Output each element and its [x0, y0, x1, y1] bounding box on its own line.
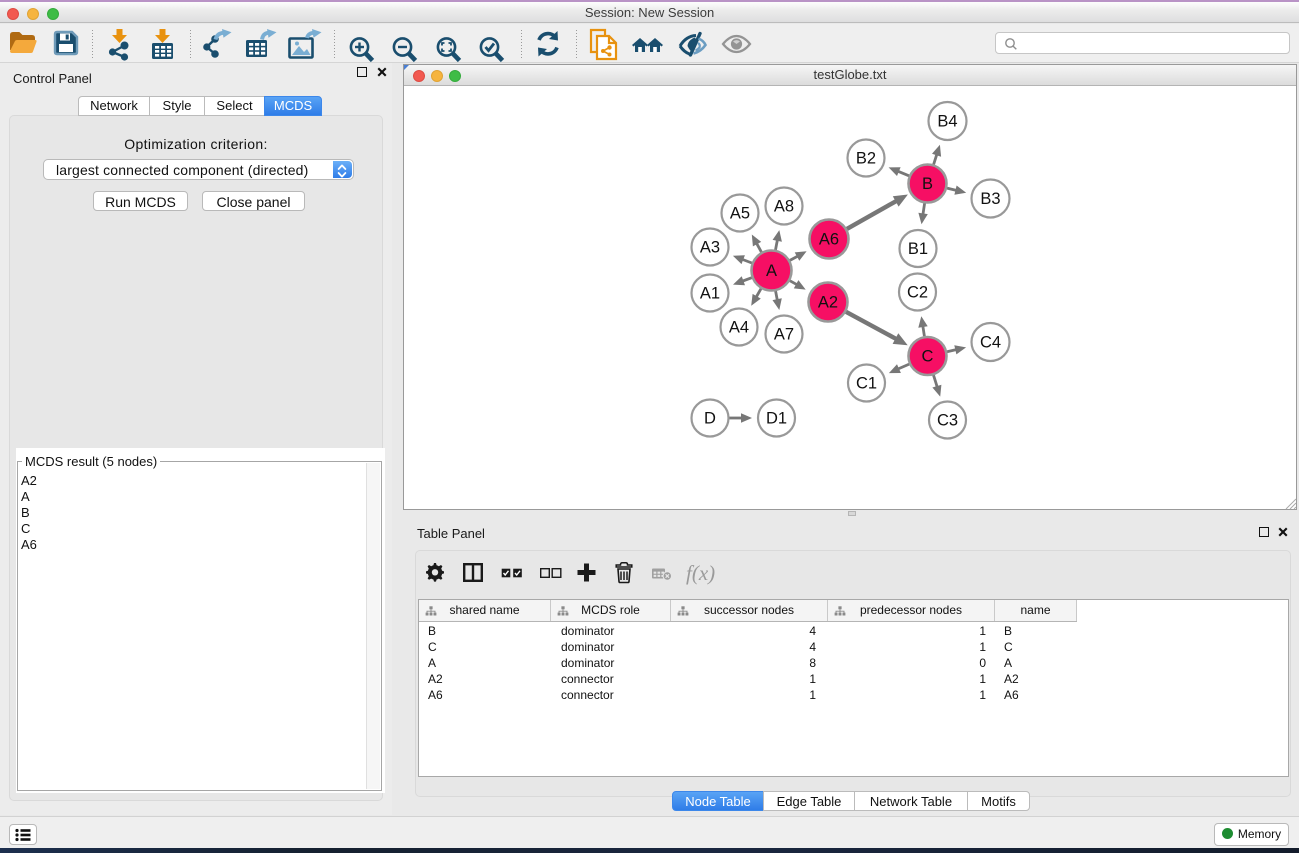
- svg-text:A7: A7: [774, 326, 794, 344]
- svg-text:A1: A1: [700, 285, 720, 303]
- svg-text:C3: C3: [937, 412, 958, 430]
- svg-text:B1: B1: [908, 240, 928, 258]
- svg-text:D1: D1: [766, 410, 787, 428]
- svg-text:B: B: [922, 175, 933, 193]
- svg-text:B3: B3: [980, 190, 1000, 208]
- svg-text:B4: B4: [937, 113, 957, 131]
- svg-text:C4: C4: [980, 334, 1001, 352]
- svg-text:A8: A8: [774, 198, 794, 216]
- svg-text:B2: B2: [856, 150, 876, 168]
- svg-text:C2: C2: [907, 284, 928, 302]
- svg-text:C1: C1: [856, 375, 877, 393]
- svg-text:A4: A4: [729, 319, 749, 337]
- svg-text:A5: A5: [730, 205, 750, 223]
- svg-text:A2: A2: [818, 294, 838, 312]
- svg-text:A6: A6: [819, 231, 839, 249]
- svg-text:A3: A3: [700, 239, 720, 257]
- svg-text:A: A: [766, 262, 777, 280]
- svg-text:D: D: [704, 410, 716, 428]
- svg-text:C: C: [922, 348, 934, 366]
